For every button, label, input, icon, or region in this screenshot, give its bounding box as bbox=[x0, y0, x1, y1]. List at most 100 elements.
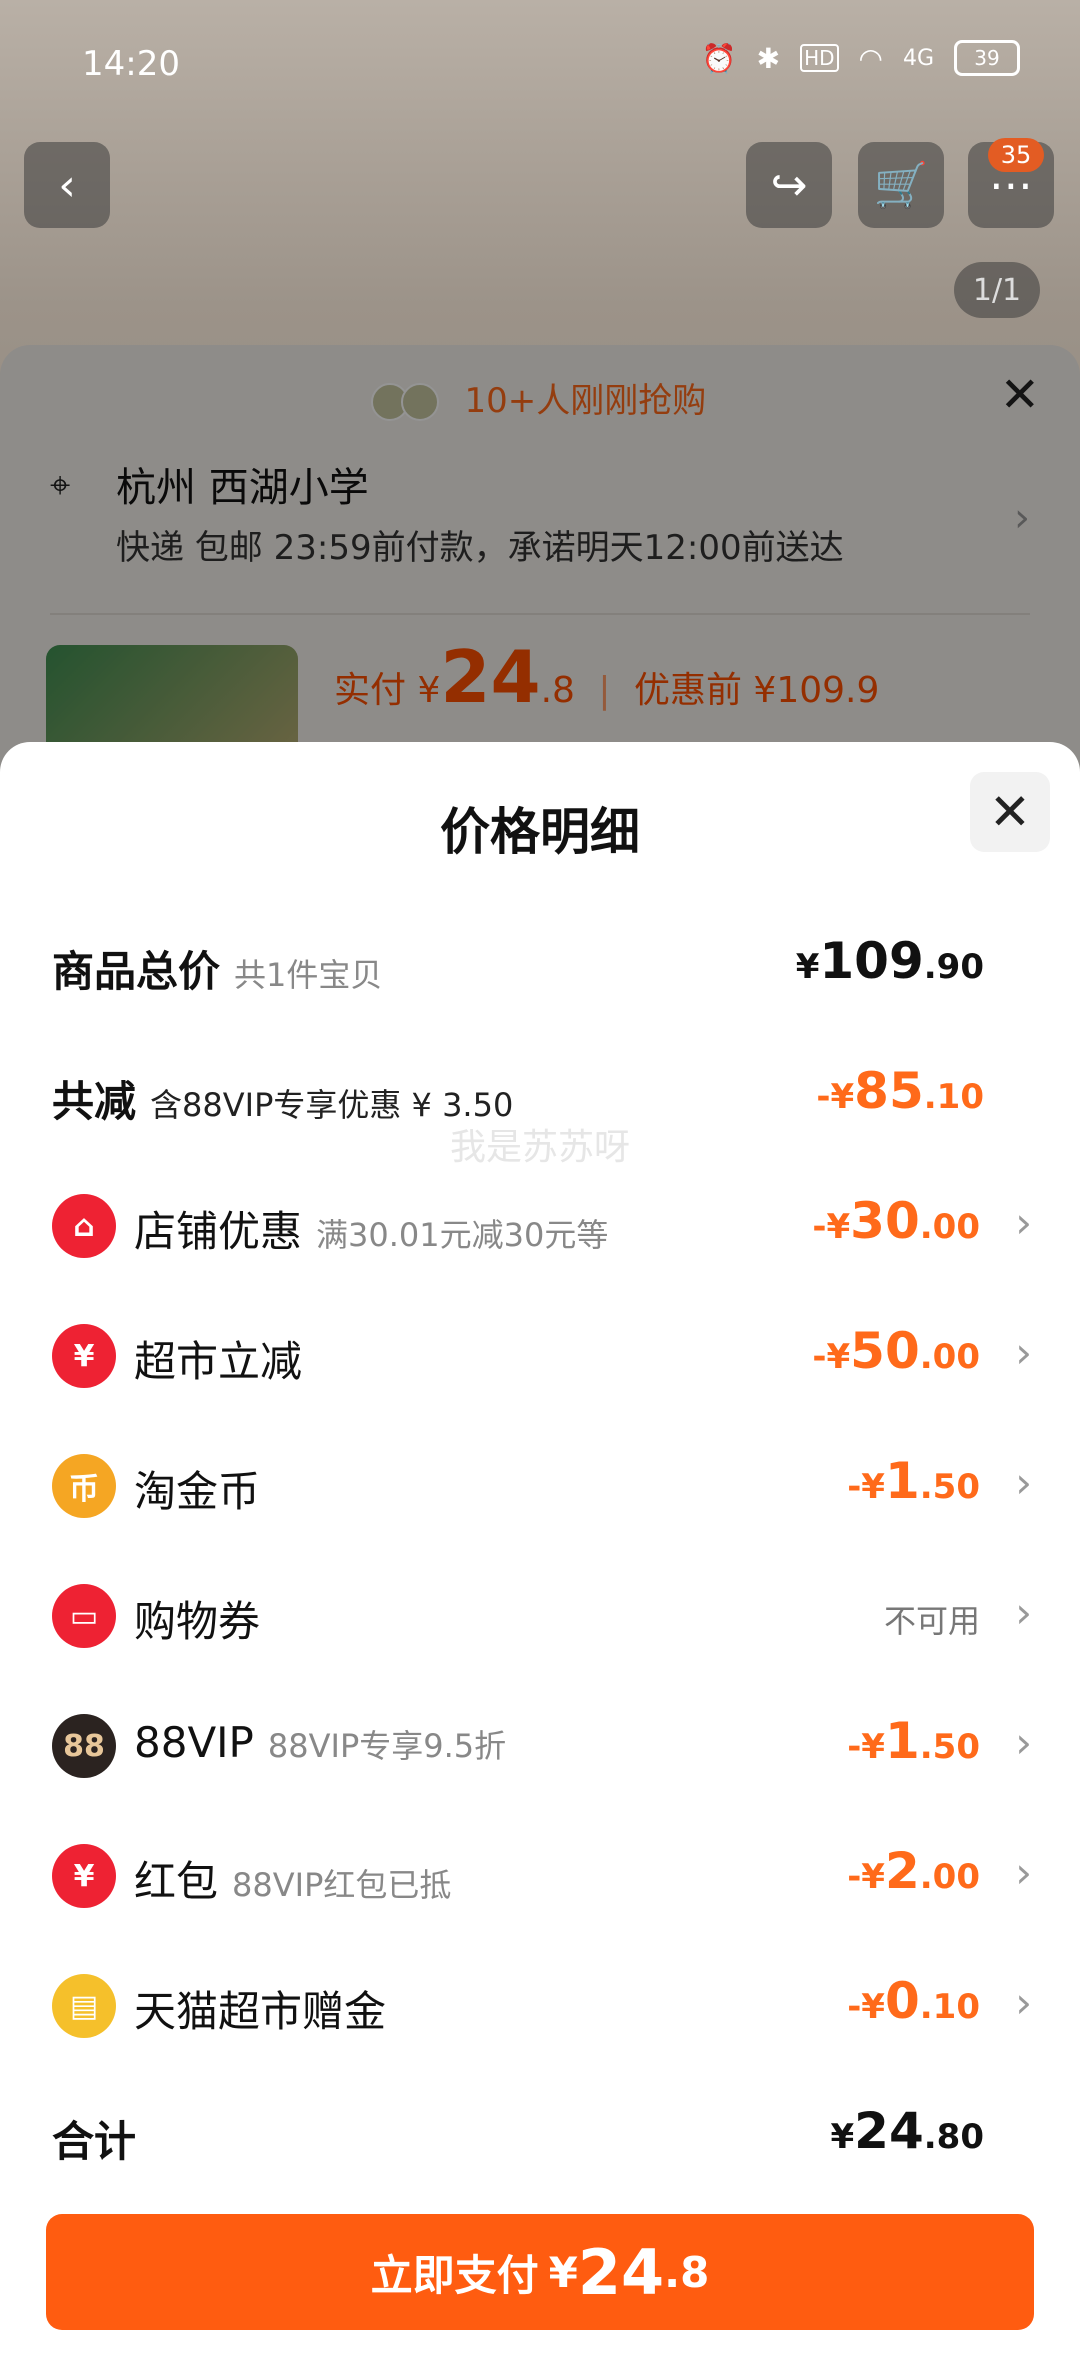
address-text: 杭州 西湖小学 bbox=[116, 465, 369, 511]
item-sub: 满30.01元减30元等 bbox=[316, 1216, 609, 1254]
chevron-right-icon: › bbox=[1015, 1328, 1032, 1377]
discount-row-gold-coin[interactable]: 币 淘金币 -¥1.50 › bbox=[0, 1432, 1080, 1542]
discount-row-supermarket[interactable]: ¥ 超市立减 -¥50.00 › bbox=[0, 1302, 1080, 1412]
prefix: -¥ bbox=[847, 1987, 885, 2027]
item-label: 红包 88VIP红包已抵 bbox=[134, 1848, 451, 1909]
value-int: 85 bbox=[854, 1062, 924, 1120]
panel-title: 价格明细 bbox=[440, 803, 640, 861]
value-int: 109 bbox=[819, 932, 924, 990]
total-goods-label: 商品总价 共1件宝贝 bbox=[52, 938, 382, 999]
pay-currency: ¥ bbox=[548, 2247, 578, 2297]
total-goods-label-text: 商品总价 bbox=[52, 947, 221, 996]
value-int: 30 bbox=[850, 1192, 920, 1250]
share-button[interactable]: ↪ bbox=[746, 142, 832, 228]
discount-row-store[interactable]: ⌂ 店铺优惠 满30.01元减30元等 -¥30.00 › bbox=[0, 1172, 1080, 1282]
back-button[interactable]: ‹ bbox=[24, 142, 110, 228]
value-dec: .00 bbox=[919, 1207, 980, 1247]
chevron-left-icon: ‹ bbox=[58, 159, 76, 211]
pay-dec: .8 bbox=[664, 2247, 710, 2297]
promo-banner: 10+人刚刚抢购 bbox=[0, 373, 1080, 423]
value-dec: .50 bbox=[919, 1727, 980, 1767]
battery-level: 39 bbox=[974, 46, 1000, 70]
prefix: -¥ bbox=[847, 1467, 885, 1507]
value-dec: .10 bbox=[919, 1987, 980, 2027]
value-int: 0 bbox=[884, 1972, 920, 2030]
wifi-icon: ◠ bbox=[858, 41, 883, 75]
network-icon: 4G bbox=[902, 45, 934, 71]
red-envelope-icon: ¥ bbox=[52, 1844, 116, 1908]
close-icon[interactable]: ✕ bbox=[1000, 367, 1040, 423]
total-label: 合计 bbox=[52, 2117, 137, 2166]
paid-label: 实付 bbox=[334, 670, 407, 711]
paid-price: 实付 ¥24.8 | 优惠前 ¥109.9 bbox=[334, 635, 879, 719]
discount-row-red-envelope[interactable]: ¥ 红包 88VIP红包已抵 -¥2.00 › bbox=[0, 1822, 1080, 1932]
value-int: 50 bbox=[850, 1322, 920, 1380]
item-value: -¥30.00 bbox=[812, 1192, 980, 1250]
item-label: 超市立减 bbox=[134, 1328, 302, 1389]
value-dec: .10 bbox=[923, 1077, 984, 1117]
prefix: -¥ bbox=[812, 1207, 851, 1247]
chevron-right-icon: › bbox=[1015, 1198, 1032, 1247]
item-label-text: 超市立减 bbox=[134, 1337, 303, 1386]
price-separator: | bbox=[598, 670, 611, 711]
item-sub: 88VIP专享9.5折 bbox=[267, 1727, 507, 1765]
currency: ¥ bbox=[830, 2117, 855, 2157]
prefix: -¥ bbox=[812, 1337, 851, 1377]
discount-row-gift-money[interactable]: ▤ 天猫超市赠金 -¥0.10 › bbox=[0, 1952, 1080, 2062]
before-price: 优惠前 ¥109.9 bbox=[633, 670, 880, 711]
item-label-text: 店铺优惠 bbox=[134, 1207, 303, 1256]
close-icon: ✕ bbox=[989, 783, 1031, 841]
discount-row-88vip[interactable]: 88 88VIP 88VIP专享9.5折 -¥1.50 › bbox=[0, 1692, 1080, 1802]
value-dec: .80 bbox=[923, 2117, 984, 2157]
more-button[interactable]: ⋯ 35 bbox=[968, 138, 1054, 228]
image-pager: 1/1 bbox=[954, 262, 1040, 318]
divider bbox=[50, 613, 1030, 615]
chevron-right-icon: › bbox=[1014, 495, 1030, 541]
item-label: 购物券 bbox=[134, 1588, 260, 1649]
chevron-right-icon: › bbox=[1015, 1588, 1032, 1637]
value-dec: .90 bbox=[923, 947, 984, 987]
pay-label: 立即支付 bbox=[370, 2250, 539, 2300]
item-value: -¥2.00 bbox=[847, 1842, 980, 1900]
item-label: 淘金币 bbox=[134, 1458, 260, 1519]
alarm-icon: ⏰ bbox=[701, 41, 737, 75]
item-label-text: 红包 bbox=[134, 1857, 219, 1906]
cart-icon: 🛒 bbox=[873, 160, 929, 211]
store-icon: ⌂ bbox=[52, 1194, 116, 1258]
buyer-avatars bbox=[370, 382, 444, 423]
status-bar: 14:20 ⏰ ✱ HD ◠ 4G 39 bbox=[0, 0, 1080, 120]
value-int: 2 bbox=[884, 1842, 920, 1900]
delivery-text: 快递 包邮 23:59前付款，承诺明天12:00前送达 bbox=[116, 528, 844, 568]
value-int: 1 bbox=[884, 1452, 920, 1510]
total-value: ¥24.80 bbox=[831, 2102, 985, 2160]
bluetooth-icon: ✱ bbox=[756, 41, 781, 75]
item-label-text: 购物券 bbox=[134, 1597, 261, 1646]
total-goods-sub: 共1件宝贝 bbox=[234, 956, 383, 994]
item-label-text: 淘金币 bbox=[134, 1467, 261, 1516]
hd-icon: HD bbox=[800, 44, 839, 72]
pay-now-button[interactable]: 立即支付 ¥24.8 bbox=[46, 2214, 1034, 2330]
vip-88-icon: 88 bbox=[52, 1714, 116, 1778]
item-label-text: 天猫超市赠金 bbox=[134, 1987, 387, 2036]
value-dec: .00 bbox=[919, 1337, 980, 1377]
item-value: -¥1.50 bbox=[847, 1452, 980, 1510]
price-detail-panel: 价格明细 ✕ 商品总价 共1件宝贝 ¥109.90 共减 含88VIP专享优惠 ¥ … bbox=[0, 742, 1080, 2376]
chevron-right-icon: › bbox=[1015, 1978, 1032, 2027]
discount-row-coupon[interactable]: ▭ 购物券 不可用 › bbox=[0, 1562, 1080, 1672]
status-icons: ⏰ ✱ HD ◠ 4G 39 bbox=[702, 40, 1020, 76]
cart-button[interactable]: 🛒 bbox=[858, 142, 944, 228]
total-row: 合计 ¥24.80 bbox=[0, 2082, 1080, 2192]
promo-text: 10+人刚刚抢购 bbox=[464, 381, 707, 421]
value-int: 1 bbox=[884, 1712, 920, 1770]
panel-close-button[interactable]: ✕ bbox=[970, 772, 1050, 852]
status-time: 14:20 bbox=[82, 44, 180, 84]
prefix: -¥ bbox=[847, 1727, 885, 1767]
pay-int: 24 bbox=[577, 2235, 665, 2309]
total-goods-value: ¥109.90 bbox=[796, 932, 984, 990]
total-discount-value: -¥85.10 bbox=[816, 1062, 984, 1120]
item-value: -¥0.10 bbox=[847, 1972, 980, 2030]
value-dec: .00 bbox=[919, 1857, 980, 1897]
paid-currency: ¥ bbox=[417, 670, 441, 711]
chevron-right-icon: › bbox=[1015, 1458, 1032, 1507]
chevron-right-icon: › bbox=[1015, 1718, 1032, 1767]
